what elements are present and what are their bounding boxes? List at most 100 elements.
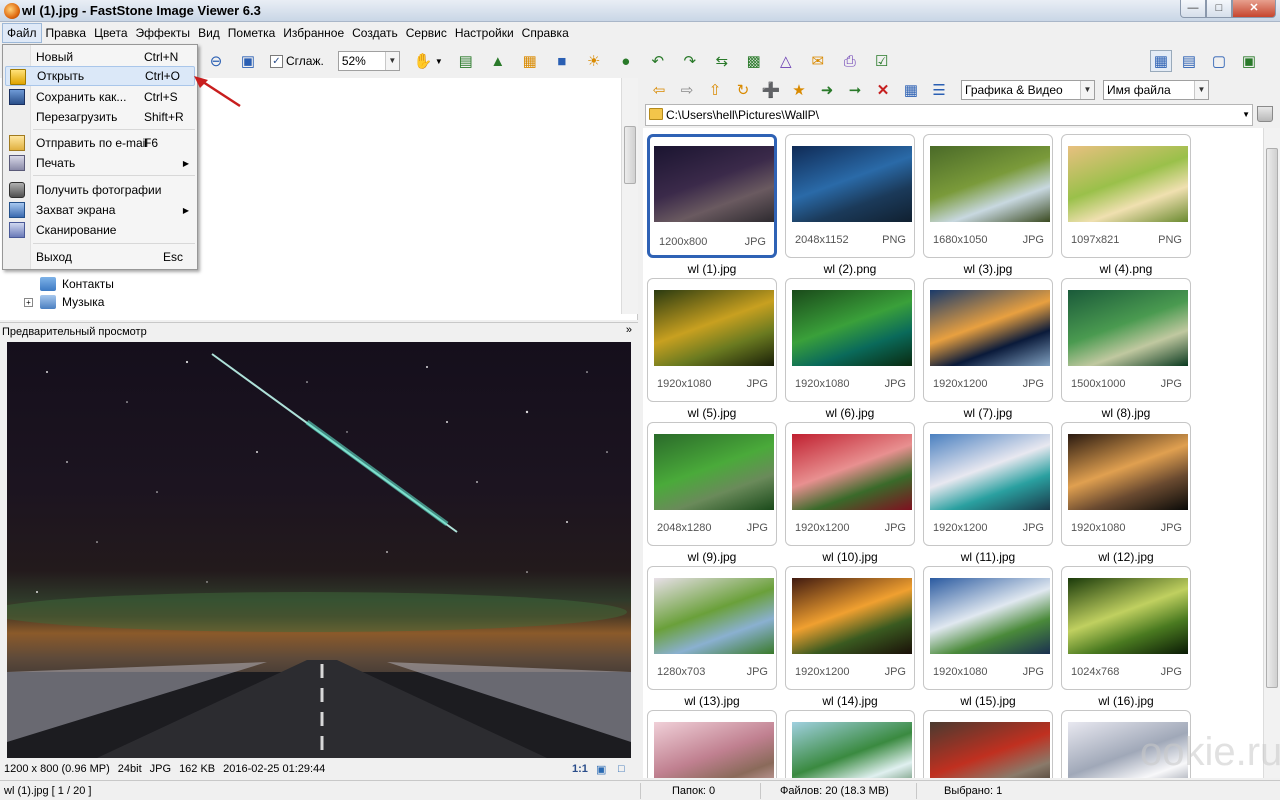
thumbnail-filename[interactable]: wl (9).jpg xyxy=(647,550,777,564)
menu-item-new[interactable]: Новый Ctrl+N xyxy=(5,47,195,67)
thumbnail-scrollbar[interactable] xyxy=(1263,128,1280,778)
menu-favorites[interactable]: Избранное xyxy=(279,23,348,43)
menu-item-email[interactable]: Отправить по e-mail F6 xyxy=(5,133,195,153)
thumbnail-filename[interactable]: wl (2).png xyxy=(785,262,915,276)
menu-item-reload[interactable]: Перезагрузить Shift+R xyxy=(5,107,195,127)
menu-item-scan[interactable]: Сканирование xyxy=(5,220,195,240)
menu-create[interactable]: Создать xyxy=(348,23,402,43)
thumbnail-filename[interactable]: wl (10).jpg xyxy=(785,550,915,564)
thumbnail-card[interactable]: 1500x1000 JPG xyxy=(1061,278,1191,402)
close-button[interactable]: ✕ xyxy=(1232,0,1276,18)
fullscreen-icon[interactable]: ▩ xyxy=(743,50,765,72)
preview-image[interactable] xyxy=(7,342,631,758)
collapse-chevron-icon[interactable]: » xyxy=(626,324,632,336)
menu-colors[interactable]: Цвета xyxy=(90,23,131,43)
expand-icon[interactable]: + xyxy=(24,297,33,307)
email-icon[interactable]: ✉ xyxy=(807,50,829,72)
thumbnail-filename[interactable]: wl (16).jpg xyxy=(1061,694,1191,708)
brightness-icon[interactable]: ☀ xyxy=(583,50,605,72)
rotate-right-icon[interactable]: ↷ xyxy=(679,50,701,72)
menu-item-open[interactable]: Открыть Ctrl+O xyxy=(5,66,195,86)
menu-file[interactable]: Файл xyxy=(2,23,42,43)
hand-tool-icon[interactable]: ✋ xyxy=(412,50,434,72)
thumbnail-filename[interactable]: wl (15).jpg xyxy=(923,694,1053,708)
thumbnail-card[interactable]: 1097x821 PNG xyxy=(1061,134,1191,258)
zoom-out-icon[interactable]: ⊖ xyxy=(205,50,227,72)
folder-up-icon[interactable]: ⇧ xyxy=(704,79,726,101)
browser-layout-icon[interactable]: ▦ xyxy=(1150,50,1172,72)
thumbnail-card[interactable]: 1920x1200 JPG xyxy=(785,422,915,546)
copy-to-icon[interactable]: ➜ xyxy=(816,79,838,101)
maximize-button[interactable]: □ xyxy=(1206,0,1232,18)
print-icon[interactable]: ⎙ xyxy=(839,50,861,72)
new-folder-icon[interactable]: ➕ xyxy=(760,79,782,101)
thumbnail-card[interactable]: 1920x1200 JPG xyxy=(923,278,1053,402)
menu-tools[interactable]: Сервис xyxy=(402,23,451,43)
tree-scrollbar[interactable] xyxy=(621,78,638,314)
thumbnail-card[interactable]: 2048x1152 PNG xyxy=(785,134,915,258)
menu-item-get-photos[interactable]: Получить фотографии xyxy=(5,180,195,200)
menu-item-save-as[interactable]: Сохранить как... Ctrl+S xyxy=(5,87,195,107)
thumbnail-filename[interactable]: wl (8).jpg xyxy=(1061,406,1191,420)
thumbnail-filename[interactable]: wl (11).jpg xyxy=(923,550,1053,564)
back-arrow-icon[interactable]: ⇦ xyxy=(648,79,670,101)
menu-tag[interactable]: Пометка xyxy=(224,23,280,43)
fit-window-icon[interactable]: ▣ xyxy=(596,763,606,776)
fullscreen-layout-icon[interactable]: ▣ xyxy=(1238,50,1260,72)
menu-view[interactable]: Вид xyxy=(194,23,224,43)
thumbnail-card[interactable]: 1920x1200 JPG xyxy=(785,566,915,690)
thumbnail-view-icon[interactable]: ▦ xyxy=(900,79,922,101)
scrollbar-thumb[interactable] xyxy=(1266,148,1278,688)
move-to-icon[interactable]: ➞ xyxy=(844,79,866,101)
tree-item-contacts[interactable]: Контакты xyxy=(40,275,114,293)
thumbnail-grid[interactable]: 1200x800 JPG wl (1).jpg 2048x1152 PNG wl (2).… xyxy=(643,128,1263,778)
import-icon[interactable]: ▲ xyxy=(487,50,509,72)
thumbnail-card[interactable]: 2048x1280 JPG xyxy=(647,422,777,546)
thumbnail-card[interactable]: 1920x1080 JPG xyxy=(647,278,777,402)
thumbnail-card[interactable] xyxy=(647,710,777,778)
refresh-folder-icon[interactable]: ↻ xyxy=(732,79,754,101)
thumbnail-filename[interactable]: wl (1).jpg xyxy=(647,262,777,276)
menu-item-screen-capture[interactable]: Захват экрана ▶ xyxy=(5,200,195,220)
fullscreen-icon[interactable]: □ xyxy=(618,763,625,775)
thumbnail-filename[interactable]: wl (13).jpg xyxy=(647,694,777,708)
minimize-button[interactable]: — xyxy=(1180,0,1206,18)
crop-icon[interactable]: ▦ xyxy=(519,50,541,72)
menu-effects[interactable]: Эффекты xyxy=(132,23,195,43)
wallpaper-icon[interactable]: ☑ xyxy=(871,50,893,72)
path-bar[interactable]: C:\Users\hell\Pictures\WallP\ ▼ xyxy=(645,104,1253,126)
trash-icon[interactable] xyxy=(1257,106,1273,122)
thumbnail-filename[interactable]: wl (6).jpg xyxy=(785,406,915,420)
thumbnail-card[interactable]: 1200x800 JPG xyxy=(647,134,777,258)
thumbnail-filename[interactable]: wl (12).jpg xyxy=(1061,550,1191,564)
menu-item-exit[interactable]: Выход Esc xyxy=(5,247,195,267)
thumbnail-card[interactable]: 1920x1080 JPG xyxy=(923,566,1053,690)
menu-settings[interactable]: Настройки xyxy=(451,23,518,43)
folder-layout-icon[interactable]: ▢ xyxy=(1208,50,1230,72)
smooth-toggle[interactable]: ✓ Сглаж. xyxy=(270,54,324,68)
upload-icon[interactable]: ● xyxy=(615,50,637,72)
preview-layout-icon[interactable]: ▤ xyxy=(1178,50,1200,72)
thumbnail-filename[interactable]: wl (7).jpg xyxy=(923,406,1053,420)
thumbnail-card[interactable]: 1680x1050 JPG xyxy=(923,134,1053,258)
actual-size-icon[interactable]: ▣ xyxy=(237,50,259,72)
thumbnail-filename[interactable]: wl (14).jpg xyxy=(785,694,915,708)
rotate-left-icon[interactable]: ↶ xyxy=(647,50,669,72)
title-bar[interactable]: wl (1).jpg - FastStone Image Viewer 6.3 … xyxy=(0,0,1280,22)
slideshow-icon[interactable]: ▤ xyxy=(455,50,477,72)
thumbnail-card[interactable]: 1024x768 JPG xyxy=(1061,566,1191,690)
actual-size-button[interactable]: 1:1 xyxy=(572,763,588,775)
thumbnail-filename[interactable]: wl (3).jpg xyxy=(923,262,1053,276)
menu-edit[interactable]: Правка xyxy=(42,23,91,43)
smooth-checkbox[interactable]: ✓ xyxy=(270,54,283,68)
thumbnail-card[interactable] xyxy=(785,710,915,778)
thumbnail-card[interactable] xyxy=(923,710,1053,778)
scrollbar-thumb[interactable] xyxy=(624,126,636,184)
thumbnail-card[interactable]: 1280x703 JPG xyxy=(647,566,777,690)
thumbnail-card[interactable]: 1920x1200 JPG xyxy=(923,422,1053,546)
thumbnail-filename[interactable]: wl (5).jpg xyxy=(647,406,777,420)
zoom-select[interactable]: 52% ▼ xyxy=(337,51,400,71)
thumbnail-card[interactable]: 1920x1080 JPG xyxy=(785,278,915,402)
list-view-icon[interactable]: ☰ xyxy=(928,79,950,101)
star-folder-icon[interactable]: ★ xyxy=(788,79,810,101)
